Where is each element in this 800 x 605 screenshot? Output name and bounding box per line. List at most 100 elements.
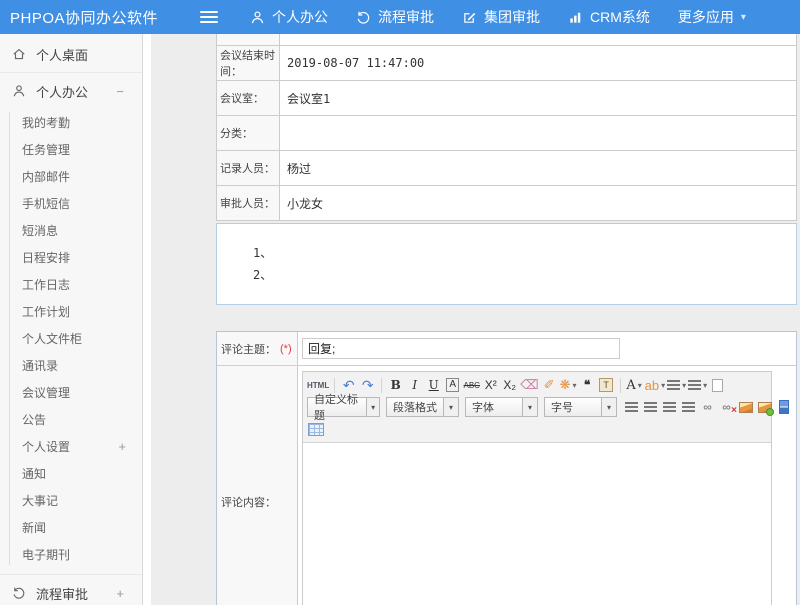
toolbar-row2-icons: ∞ ∞ xyxy=(622,398,793,416)
toolbar-separator[interactable] xyxy=(620,378,621,393)
format-brush-icon[interactable]: ✐ xyxy=(540,376,559,394)
sidebar-subitem[interactable]: 内部邮件 xyxy=(0,163,142,190)
sidebar-subitem[interactable]: 手机短信 xyxy=(0,190,142,217)
sidebar-subitem[interactable]: 工作计划 xyxy=(0,298,142,325)
sidebar-subitem[interactable]: 我的考勤 xyxy=(0,109,142,136)
content-line: 1、 xyxy=(253,242,796,264)
sidebar-subitem[interactable]: 个人文件柜 xyxy=(0,325,142,352)
table-row-partial xyxy=(217,34,796,46)
meeting-content-box: 1、 2、 xyxy=(216,223,797,305)
superscript-icon[interactable]: X² xyxy=(481,376,500,394)
field-label: 记录人员： xyxy=(217,151,280,185)
bold-icon[interactable]: B xyxy=(386,376,405,394)
editor-dropdown[interactable]: 字体 ▾ xyxy=(465,397,538,417)
font-style-icon[interactable]: A xyxy=(443,376,462,394)
underline-icon[interactable]: U xyxy=(424,376,443,394)
editor-content-area[interactable] xyxy=(303,443,771,605)
editor-dropdown[interactable]: 段落格式 ▾ xyxy=(386,397,459,417)
field-label: 会议结束时间： xyxy=(217,46,280,80)
toolbar-selects: 自定义标题 ▾ 段落格式 ▾ xyxy=(306,396,622,418)
italic-icon[interactable]: I xyxy=(405,376,424,394)
table-row: 分类： xyxy=(217,116,796,151)
toolbar-row-1: HTML ↶ ↷ xyxy=(306,374,768,396)
field-label: 审批人员： xyxy=(217,186,280,220)
field-value: 2019-08-07 11:47:00 xyxy=(280,46,796,80)
person-icon xyxy=(12,84,28,98)
quick-format-icon[interactable]: ❋ xyxy=(559,376,578,394)
html-source-button[interactable]: HTML xyxy=(306,376,330,394)
editor-dropdown[interactable]: 字号 ▾ xyxy=(544,397,617,417)
subscript-icon[interactable]: X₂ xyxy=(500,376,519,394)
expand-icon[interactable]: + xyxy=(116,586,124,601)
sidebar: 个人桌面 个人办公 − 我的考勤 xyxy=(0,34,143,605)
sidebar-subitem[interactable]: 电子期刊 xyxy=(0,541,142,568)
app-window: PHPOA协同办公软件 个人办公 流程审批 集团审批 CRM系统 更多应用 ▾ xyxy=(0,0,800,605)
divider xyxy=(0,574,142,575)
unlink-icon[interactable]: ∞ xyxy=(717,398,736,416)
undo-icon[interactable]: ↶ xyxy=(339,376,358,394)
eraser-icon[interactable]: ⌫ xyxy=(519,376,539,394)
blockquote-icon[interactable]: ❝ xyxy=(578,376,597,394)
main-content: 会议结束时间： 2019-08-07 11:47:00 会议室： 会议室1 分类… xyxy=(151,34,800,605)
field-value: 杨过 xyxy=(280,151,796,185)
editor-toolbar: HTML ↶ ↷ xyxy=(303,372,771,443)
table-row: 审批人员： 小龙女 xyxy=(217,186,796,221)
align-right-icon[interactable] xyxy=(660,398,679,416)
sidebar-subitem[interactable]: 大事记 xyxy=(0,487,142,514)
comment-subject-input[interactable] xyxy=(302,338,620,359)
nav-crm-system[interactable]: CRM系统 xyxy=(568,7,650,27)
sidebar-subitem[interactable]: 工作日志 xyxy=(0,271,142,298)
highlight-color-icon[interactable]: ab xyxy=(644,376,666,394)
nav-personal-office[interactable]: 个人办公 xyxy=(250,7,328,27)
strikethrough-icon[interactable]: ABC xyxy=(462,376,481,394)
sidebar-subitem[interactable]: 任务管理 xyxy=(0,136,142,163)
font-color-icon[interactable]: A xyxy=(625,376,644,394)
multi-image-icon[interactable] xyxy=(755,398,774,416)
image-icon[interactable] xyxy=(736,398,755,416)
sidebar-subitem[interactable]: 个人设置 + xyxy=(0,433,142,460)
toolbar-separator[interactable] xyxy=(381,378,382,393)
align-center-icon[interactable] xyxy=(641,398,660,416)
bar-chart-icon xyxy=(568,10,583,25)
menu-toggle-icon[interactable] xyxy=(200,11,218,23)
nav-workflow-approval[interactable]: 流程审批 xyxy=(356,7,434,27)
sidebar-subitem[interactable]: 会议管理 xyxy=(0,379,142,406)
media-icon[interactable] xyxy=(774,398,793,416)
new-document-icon[interactable] xyxy=(708,376,727,394)
sidebar-subitem[interactable]: 通讯录 xyxy=(0,352,142,379)
editor-dropdown[interactable]: 自定义标题 ▾ xyxy=(307,397,380,417)
caret-down-icon: ▾ xyxy=(522,398,537,416)
top-nav: 个人办公 流程审批 集团审批 CRM系统 更多应用 ▾ xyxy=(236,7,760,27)
link-icon[interactable]: ∞ xyxy=(698,398,717,416)
caret-down-icon: ▾ xyxy=(741,12,746,23)
expand-icon[interactable]: + xyxy=(118,439,126,454)
sidebar-subitem[interactable]: 公告 xyxy=(0,406,142,433)
sidebar-subitem[interactable]: 日程安排 xyxy=(0,244,142,271)
content-line: 2、 xyxy=(253,264,796,286)
app-logo: PHPOA协同办公软件 xyxy=(10,7,188,28)
toolbar-separator[interactable] xyxy=(334,378,335,393)
divider xyxy=(0,72,142,73)
field-value: 会议室1 xyxy=(280,81,796,115)
paste-plain-text-icon[interactable]: T xyxy=(597,376,616,394)
sidebar-subitem[interactable]: 短消息 xyxy=(0,217,142,244)
align-left-icon[interactable] xyxy=(622,398,641,416)
nav-more-apps[interactable]: 更多应用 ▾ xyxy=(678,7,746,27)
table-row: 会议结束时间： 2019-08-07 11:47:00 xyxy=(217,46,796,81)
justify-icon[interactable] xyxy=(679,398,698,416)
redo-icon[interactable]: ↷ xyxy=(358,376,377,394)
table-icon[interactable] xyxy=(306,420,325,438)
ordered-list-icon[interactable] xyxy=(666,376,687,394)
sidebar-item-personal-office[interactable]: 个人办公 − xyxy=(0,76,142,106)
meeting-rows: 会议结束时间： 2019-08-07 11:47:00 会议室： 会议室1 分类… xyxy=(217,46,796,221)
sidebar-subitem[interactable]: 通知 xyxy=(0,460,142,487)
sidebar-item-workflow-approval[interactable]: 流程审批 + xyxy=(0,578,142,605)
sidebar-submenu: 我的考勤 任务管理 内部邮件 手机短信 xyxy=(0,106,142,571)
field-label: 分类： xyxy=(217,116,280,150)
sidebar-item-personal-desktop[interactable]: 个人桌面 xyxy=(0,39,142,69)
unordered-list-icon[interactable] xyxy=(687,376,708,394)
nav-group-approval[interactable]: 集团审批 xyxy=(462,7,540,27)
sidebar-subitem[interactable]: 新闻 xyxy=(0,514,142,541)
collapse-icon[interactable]: − xyxy=(116,84,124,99)
rich-text-editor: HTML ↶ ↷ xyxy=(302,371,772,605)
